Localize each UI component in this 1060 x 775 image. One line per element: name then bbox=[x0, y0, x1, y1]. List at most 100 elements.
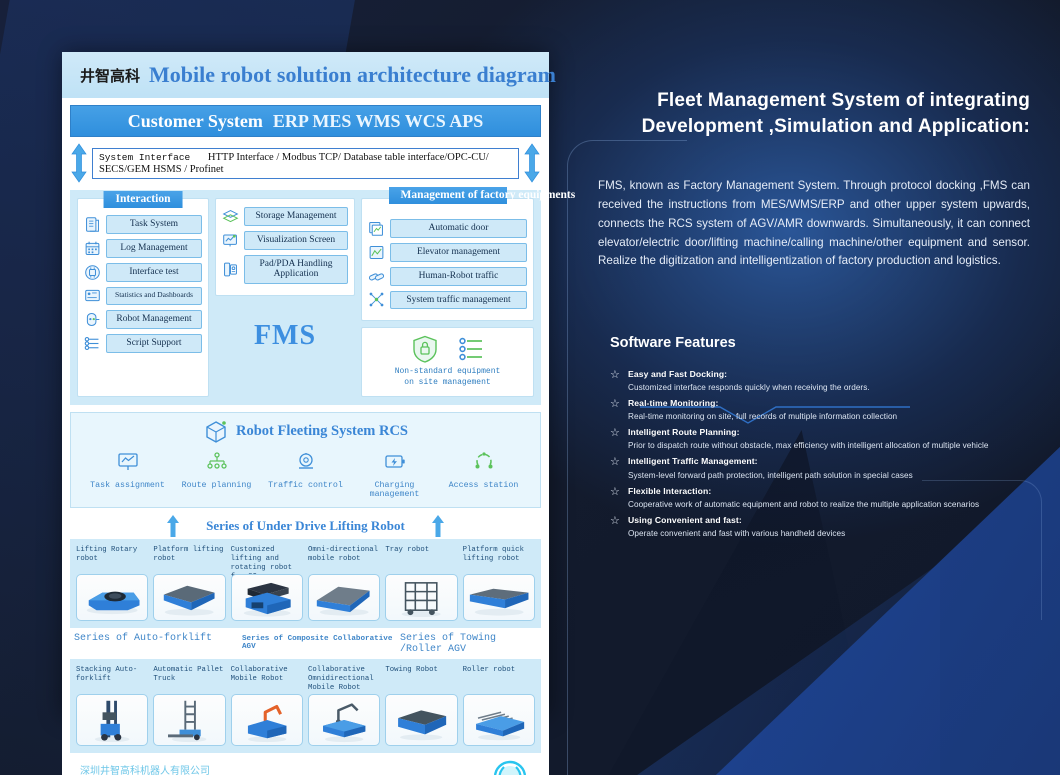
robot-caption: Towing Robot bbox=[385, 665, 438, 674]
rcs-item-charging-management[interactable]: Charging management bbox=[350, 451, 439, 499]
robot-card[interactable]: Tray robot bbox=[385, 545, 458, 621]
system-interface-row: System Interface HTTP Interface / Modbus… bbox=[70, 143, 541, 183]
robot-image bbox=[76, 693, 149, 746]
double-arrow-icon-left bbox=[70, 143, 88, 183]
robot-card[interactable]: Omni-directional mobile robot bbox=[307, 546, 381, 621]
feature-heading: Intelligent Route Planning: bbox=[628, 427, 740, 438]
star-icon: ☆ bbox=[610, 456, 620, 469]
right-content-panel: Fleet Management System of integrating D… bbox=[598, 0, 1046, 775]
software-features-list: ☆ Easy and Fast Docking: Customized inte… bbox=[598, 369, 1046, 538]
robot-card[interactable]: Roller robot bbox=[462, 666, 535, 746]
robot-image bbox=[385, 693, 458, 746]
robot-card[interactable]: Automatic Pallet Truck bbox=[153, 666, 226, 746]
middle-item-storage-management[interactable]: Storage Management bbox=[222, 207, 348, 226]
factory-item-label: Elevator management bbox=[390, 242, 527, 262]
tablet-icon bbox=[224, 262, 237, 277]
customer-system-label: Customer System bbox=[127, 110, 263, 131]
wellwit-circle-logo-icon bbox=[493, 760, 527, 775]
feature-item: ☆ Intelligent Traffic Management: System… bbox=[610, 456, 1046, 479]
feature-item: ☆ Easy and Fast Docking: Customized inte… bbox=[610, 369, 1046, 392]
dashboard-icon bbox=[85, 290, 100, 302]
network-icon bbox=[369, 293, 384, 307]
up-arrow-icon-left bbox=[167, 514, 180, 537]
robot-card[interactable]: Collaborative Mobile Robot bbox=[230, 666, 303, 746]
feature-detail: Operate convenient and fast with various… bbox=[628, 528, 846, 538]
collaborative-mobile-robot-icon bbox=[247, 704, 287, 742]
double-arrow-icon-right bbox=[523, 143, 541, 183]
factory-item-system-traffic-management[interactable]: System traffic management bbox=[368, 290, 527, 310]
stacking-auto-forklift-icon bbox=[94, 700, 130, 742]
robot-card[interactable]: Lifting Rotary robot bbox=[76, 546, 149, 621]
system-interface-box: System Interface HTTP Interface / Modbus… bbox=[92, 147, 519, 179]
rcs-item-task-assignment[interactable]: Task assignment bbox=[83, 451, 172, 499]
interaction-item-label: Script Support bbox=[106, 333, 202, 353]
fms-wordmark: FMS bbox=[253, 319, 317, 351]
section-title: Fleet Management System of integrating D… bbox=[641, 90, 1030, 137]
robot-card[interactable]: Towing Robot bbox=[385, 665, 458, 746]
rcs-title-row: Robot Fleeting System RCS bbox=[77, 419, 534, 445]
system-interface-line2: SECS/GEM HSMS / Profinet bbox=[99, 163, 224, 175]
interaction-item-script-support[interactable]: Script Support bbox=[84, 333, 202, 353]
feature-heading: Using Convenient and fast: bbox=[628, 514, 742, 525]
shield-lock-icon bbox=[412, 335, 437, 363]
company-name-cn: 深圳井智高科机器人有限公司 bbox=[80, 765, 210, 775]
interaction-item-log-management[interactable]: Log Management bbox=[84, 238, 202, 258]
feature-heading: Real-time Monitoring: bbox=[628, 398, 719, 409]
battery-bolt-icon bbox=[384, 455, 405, 468]
robot-caption: Platform quick lifting robot bbox=[462, 545, 524, 563]
collaborative-omnidirectional-mobile-robot-icon bbox=[322, 703, 366, 742]
factory-panel-caption: Management of factory equipments bbox=[388, 187, 575, 205]
rcs-item-access-station[interactable]: Access station bbox=[439, 451, 528, 499]
nonstandard-line2: on site management bbox=[404, 378, 491, 387]
star-icon: ☆ bbox=[610, 369, 620, 382]
robot-caption: Collaborative Omnidirectional Mobile Rob… bbox=[307, 665, 374, 693]
rcs-items: Task assignment Route planning Traffic c… bbox=[77, 451, 534, 499]
route-tree-icon bbox=[206, 452, 227, 469]
interaction-item-robot-management[interactable]: Robot Management bbox=[84, 309, 202, 329]
rcs-item-label: Access station bbox=[448, 480, 519, 490]
feature-heading: Flexible Interaction: bbox=[628, 485, 712, 496]
interaction-item-interface-test[interactable]: Interface test bbox=[84, 262, 202, 282]
roller-robot-icon bbox=[475, 711, 524, 740]
robot-caption: Tray robot bbox=[385, 545, 430, 554]
interaction-item-task-system[interactable]: Task System bbox=[84, 215, 202, 234]
series-label-composite-collaborative-agv: Series of Composite Collaborative AGV bbox=[242, 634, 393, 651]
architecture-poster: 井智高科 Mobile robot solution architecture … bbox=[62, 52, 575, 775]
factory-item-automatic-door[interactable]: Automatic door bbox=[368, 219, 527, 238]
robot-head-icon bbox=[86, 312, 100, 326]
rcs-item-route-planning[interactable]: Route planning bbox=[172, 451, 261, 499]
interaction-item-label: Robot Management bbox=[106, 309, 202, 329]
section-paragraph: FMS, known as Factory Management System.… bbox=[598, 179, 1030, 268]
robot-card[interactable]: Platform lifting robot bbox=[153, 546, 226, 621]
interaction-item-statistics-dashboards[interactable]: Statistics and Dashboards bbox=[84, 286, 202, 305]
robot-card[interactable]: Collaborative Omnidirectional Mobile Rob… bbox=[307, 665, 381, 746]
robot-card[interactable]: Customized lifting and rotating robot fo… bbox=[230, 546, 303, 621]
platform-lifting-robot-icon bbox=[164, 585, 215, 616]
middle-item-pad-pda-handling[interactable]: Pad/PDA Handling Application bbox=[222, 254, 348, 284]
star-icon: ☆ bbox=[610, 398, 620, 411]
factory-item-human-robot-traffic[interactable]: Human-Robot traffic bbox=[368, 266, 527, 286]
poster-body: Customer System ERP MES WMS WCS APS Syst… bbox=[62, 98, 575, 775]
feature-heading: Intelligent Traffic Management: bbox=[628, 456, 758, 467]
factory-item-elevator-management[interactable]: Elevator management bbox=[368, 242, 527, 262]
interaction-item-label: Interface test bbox=[106, 262, 202, 282]
factory-item-label: System traffic management bbox=[390, 290, 527, 310]
rcs-item-label: Traffic control bbox=[268, 480, 343, 490]
factory-item-label: Human-Robot traffic bbox=[390, 266, 527, 286]
middle-item-label: Pad/PDA Handling Application bbox=[244, 254, 348, 284]
rcs-item-label: Task assignment bbox=[90, 480, 165, 490]
calendar-icon bbox=[85, 241, 100, 255]
monitor-chart-icon bbox=[117, 453, 138, 470]
nonstandard-icons bbox=[368, 335, 527, 363]
robot-image bbox=[307, 573, 381, 621]
interaction-panel-caption: Interaction bbox=[103, 191, 183, 209]
omni-directional-mobile-robot-icon bbox=[316, 586, 370, 616]
poster-footer: 深圳井智高科机器人有限公司 Shenzhen Wellwit Robotics … bbox=[70, 752, 541, 775]
software-features-title: Software Features bbox=[610, 335, 736, 352]
middle-item-visualization-screen[interactable]: Visualization Screen bbox=[222, 230, 348, 250]
robot-card[interactable]: Stacking Auto-forklift bbox=[76, 666, 149, 746]
rcs-item-traffic-control[interactable]: Traffic control bbox=[261, 451, 350, 499]
fms-zone: Interaction Task System Log Management I… bbox=[70, 187, 575, 405]
feature-item: ☆ Real-time Monitoring: Real-time monito… bbox=[610, 398, 1046, 421]
robot-card[interactable]: Platform quick lifting robot bbox=[462, 545, 535, 621]
